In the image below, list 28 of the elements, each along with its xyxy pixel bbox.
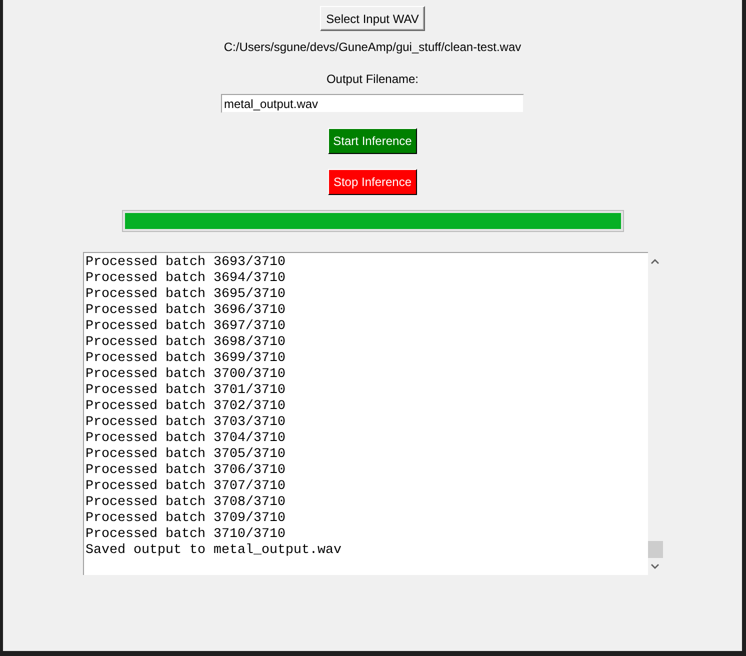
chevron-down-icon[interactable] [651,564,659,569]
log-line: Processed batch 3698/3710 [86,335,286,351]
log-line: Processed batch 3710/3710 [86,527,286,543]
log-line: Processed batch 3693/3710 [86,255,286,271]
scrollbar-thumb[interactable] [648,541,662,558]
log-line: Processed batch 3701/3710 [86,383,286,399]
log-line: Processed batch 3708/3710 [86,495,286,511]
log-line: Processed batch 3705/3710 [86,447,286,463]
log-line: Processed batch 3697/3710 [86,319,286,335]
log-line: Processed batch 3704/3710 [86,431,286,447]
select-input-button[interactable]: Select Input WAV [320,6,425,31]
log-line: Processed batch 3703/3710 [86,415,286,431]
log-line: Processed batch 3696/3710 [86,303,286,319]
chevron-up-icon[interactable] [651,259,659,264]
stop-inference-button[interactable]: Stop Inference [328,169,417,195]
log-line: Processed batch 3702/3710 [86,399,286,415]
log-line: Processed batch 3700/3710 [86,367,286,383]
log-line: Processed batch 3706/3710 [86,463,286,479]
input-file-path: C:/Users/sgune/devs/GuneAmp/gui_stuff/clean-test.wav [224,40,522,54]
log-line: Processed batch 3707/3710 [86,479,286,495]
log-line: Processed batch 3699/3710 [86,351,286,367]
output-filename-label: Output Filename: [326,72,419,86]
log-line: Saved output to metal_output.wav [86,543,342,559]
output-filename-field[interactable]: metal_output.wav [221,94,524,113]
log-line: Processed batch 3709/3710 [86,511,286,527]
log-line: Processed batch 3695/3710 [86,287,286,303]
start-inference-button[interactable]: Start Inference [328,128,417,154]
log-line: Processed batch 3694/3710 [86,271,286,287]
